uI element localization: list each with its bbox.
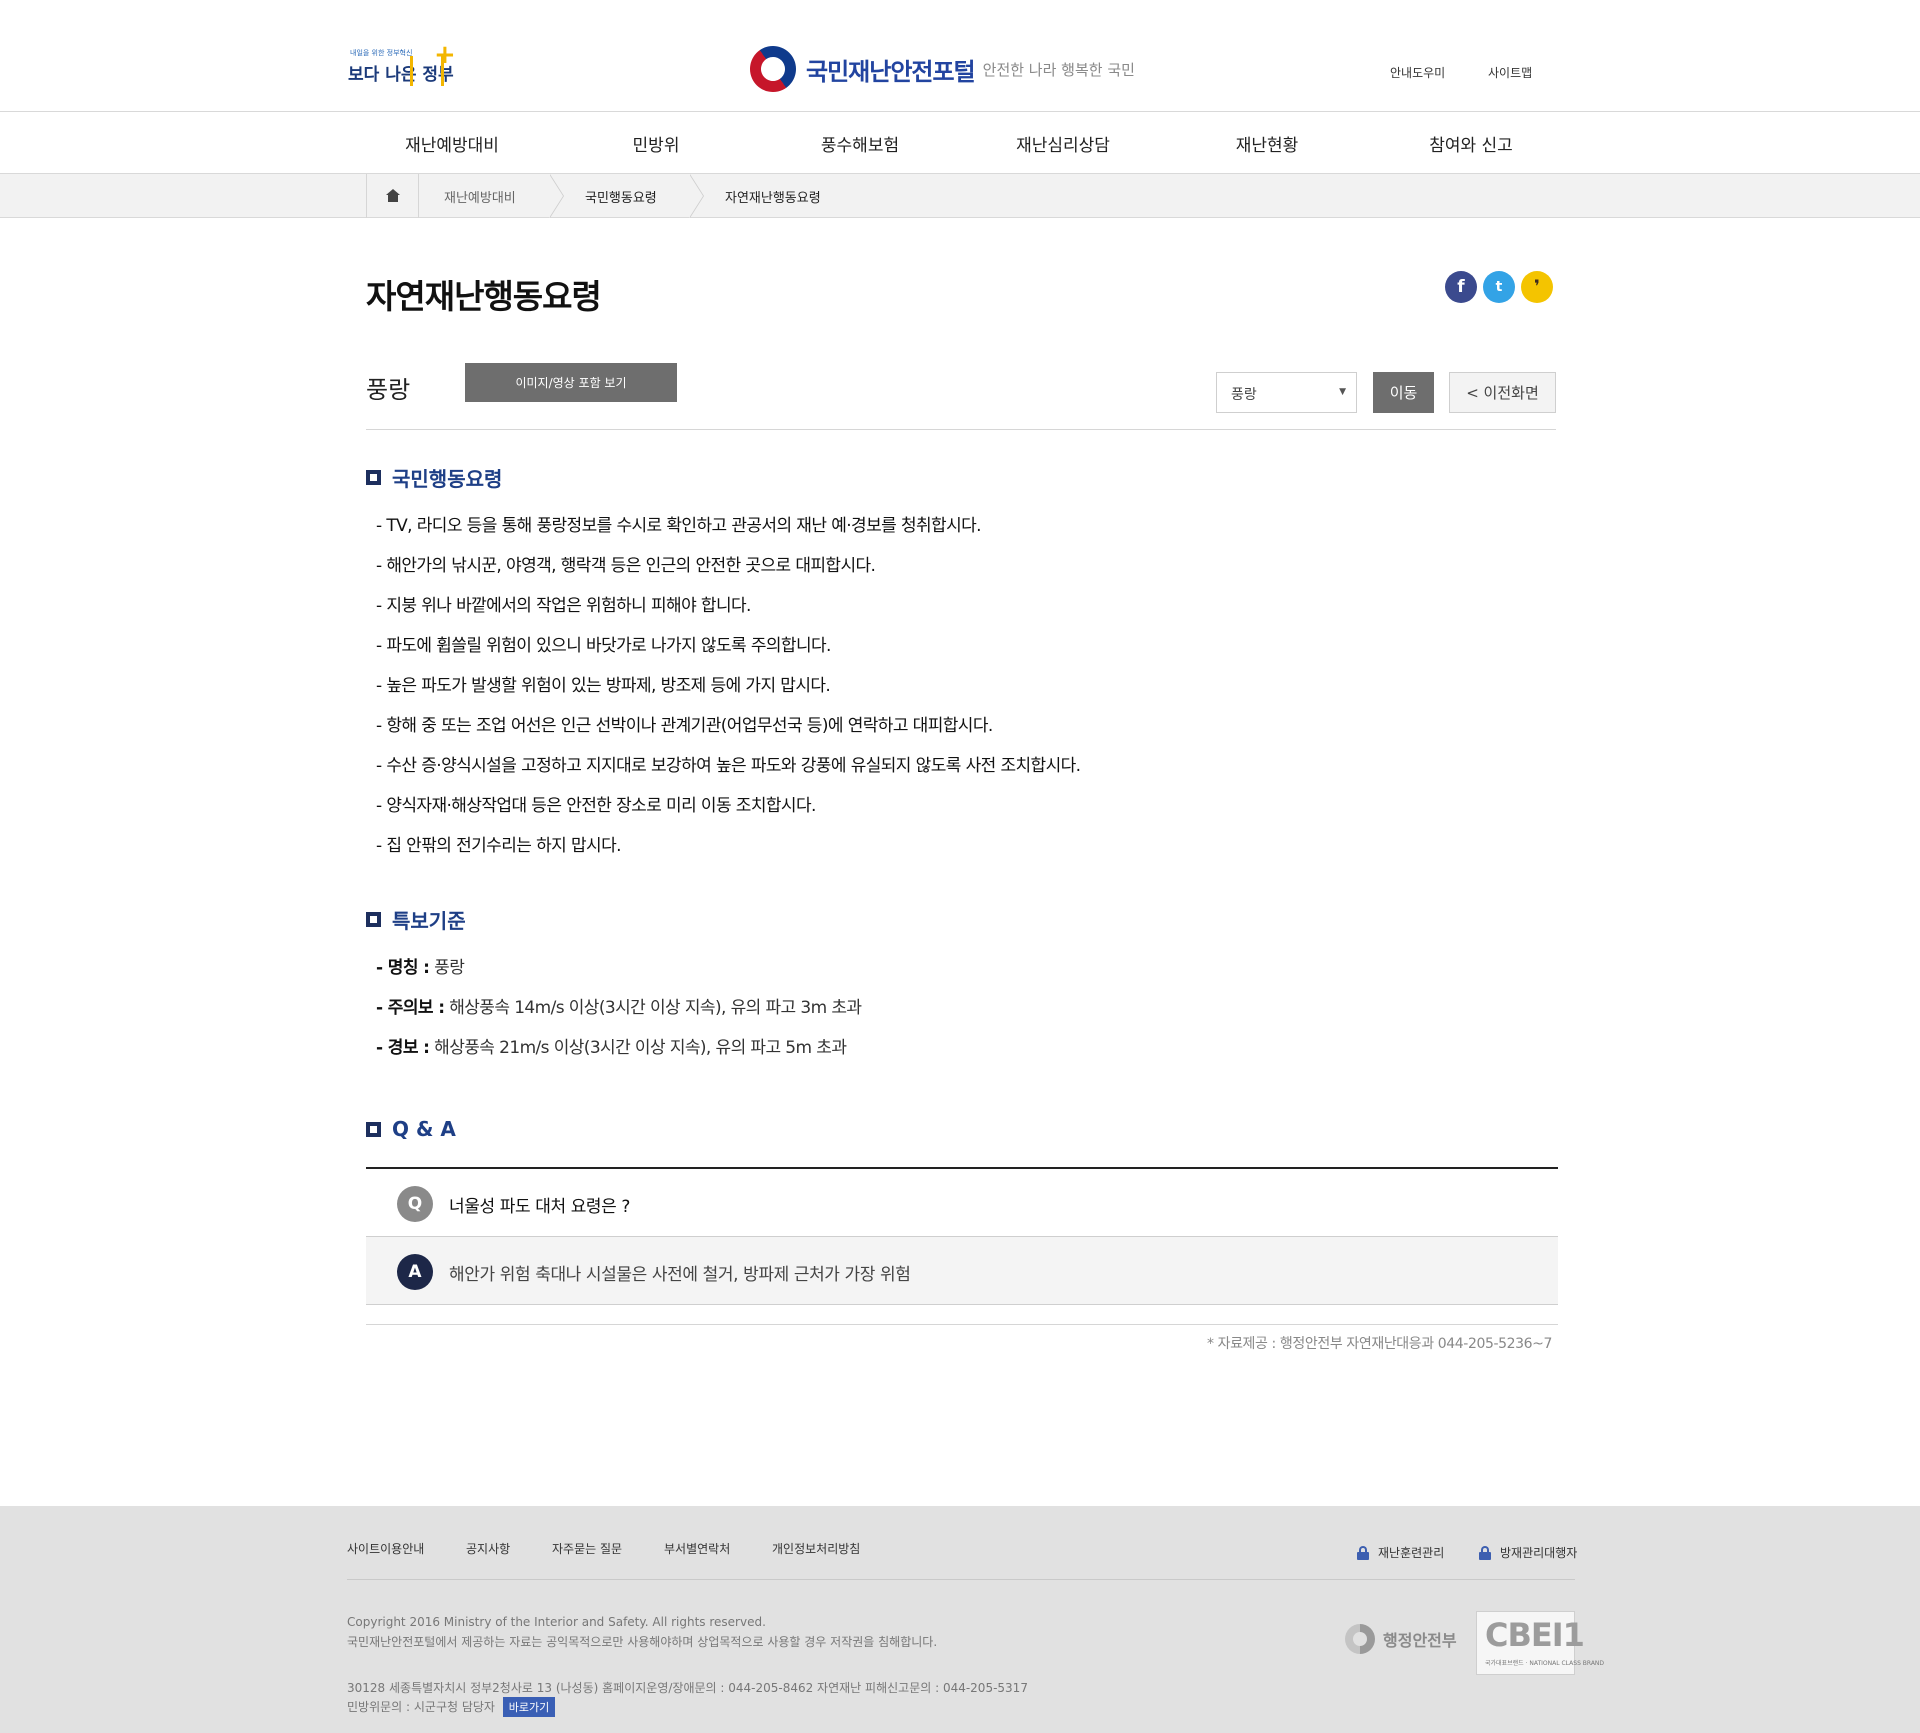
go-button[interactable]: 이동	[1373, 372, 1434, 413]
copyright-notice: 국민재난안전포털에서 제공하는 자료는 공익목적으로만 사용해야하며 상업목적으…	[347, 1635, 938, 1649]
qa-question-text: 너울성 파도 대처 요령은 ?	[449, 1197, 631, 1217]
copyright-text: Copyright 2016 Ministry of the Interior …	[347, 1615, 766, 1629]
square-bullet-icon	[366, 912, 381, 927]
square-bullet-icon	[366, 1121, 381, 1137]
action-item: - 높은 파도가 발생할 위험이 있는 방파제, 방조제 등에 가지 맙시다.	[376, 676, 831, 696]
question-badge-icon: Q	[397, 1186, 433, 1222]
criteria-item-name: - 명칭 : 풍랑	[376, 953, 465, 978]
qa-list: Q 너울성 파도 대처 요령은 ? A 해안가 위험 축대나 시설물은 사전에 …	[366, 1167, 1558, 1305]
footer-link-site-guide[interactable]: 사이트이용안내	[347, 1540, 424, 1557]
twitter-share-icon[interactable]: t	[1483, 271, 1515, 303]
criteria-value: 해상풍속 21m/s 이상(3시간 이상 지속), 유의 파고 5m 초과	[429, 1038, 847, 1058]
footer-link-training-admin[interactable]: 재난훈련관리	[1357, 1544, 1444, 1561]
main-navigation: 재난예방대비 민방위 풍수해보험 재난심리상담 재난현황 참여와 신고	[0, 113, 1920, 174]
breadcrumb-item-action-guide[interactable]: 국민행동요령	[585, 187, 657, 206]
footer-link-notice[interactable]: 공지사항	[466, 1540, 510, 1557]
gov-logo-plus-icon: +	[434, 40, 456, 70]
footer-address: 30128 세종특별자치시 정부2청사로 13 (나성동) 홈페이지운영/장애문…	[347, 1681, 1028, 1695]
divider	[366, 429, 1556, 430]
gov-logo-tagline: 내일을 위한 정부혁신	[350, 49, 413, 57]
section-heading-text: Q & A	[392, 1117, 456, 1141]
cbei-subtitle: 국가대표브랜드 · NATIONAL CLASS BRAND	[1485, 1660, 1605, 1667]
nav-item-disaster-status[interactable]: 재난현황	[1236, 131, 1299, 156]
page-title: 자연재난행동요령	[366, 277, 602, 316]
criteria-label: - 경보 :	[376, 1038, 430, 1058]
footer-link-faq[interactable]: 자주묻는 질문	[552, 1540, 622, 1557]
ministry-logo[interactable]: 행정안전부	[1345, 1624, 1457, 1654]
criteria-label: - 주의보 :	[376, 998, 445, 1018]
better-government-logo[interactable]: 내일을 위한 정부혁신 보다 나은 정부 +	[348, 40, 460, 92]
qa-question-row[interactable]: Q 너울성 파도 대처 요령은 ?	[366, 1169, 1558, 1237]
nav-item-civil-defense[interactable]: 민방위	[633, 131, 680, 156]
section-heading-qa: Q & A	[366, 1117, 456, 1141]
disaster-type-title: 풍랑	[366, 376, 411, 404]
site-footer: 사이트이용안내 공지사항 자주묻는 질문 부서별연락처 개인정보처리방침 재난훈…	[0, 1506, 1920, 1733]
footer-divider	[347, 1579, 1575, 1580]
breadcrumb-separator-icon	[689, 174, 710, 218]
breadcrumb-item-prevention[interactable]: 재난예방대비	[444, 187, 516, 206]
divider	[366, 1324, 1558, 1325]
breadcrumb: 재난예방대비 국민행동요령 자연재난행동요령	[0, 174, 1920, 218]
guide-link[interactable]: 안내도우미	[1390, 64, 1445, 81]
cbei-mark: CBEI1	[1485, 1616, 1585, 1654]
footer-link-contacts[interactable]: 부서별연락처	[664, 1540, 730, 1557]
action-item: - 지붕 위나 바깥에서의 작업은 위험하니 피해야 합니다.	[376, 596, 751, 616]
breadcrumb-separator-icon	[549, 174, 570, 218]
nav-item-disaster-prevention[interactable]: 재난예방대비	[405, 131, 499, 156]
ministry-name: 행정안전부	[1383, 1631, 1457, 1650]
site-header: 내일을 위한 정부혁신 보다 나은 정부 + 국민재난안전포털 안전한 나라 행…	[0, 0, 1920, 112]
criteria-label: - 명칭 :	[376, 958, 430, 978]
qa-answer-row: A 해안가 위험 축대나 시설물은 사전에 철거, 방파제 근처가 가장 위험	[366, 1237, 1558, 1305]
civil-defense-text: 민방위문의 : 시군구청 담당자	[347, 1700, 495, 1714]
sitemap-link[interactable]: 사이트맵	[1488, 64, 1532, 81]
nav-item-participation-report[interactable]: 참여와 신고	[1429, 131, 1513, 156]
taegeuk-emblem-icon	[740, 36, 806, 102]
criteria-value: 해상풍속 14m/s 이상(3시간 이상 지속), 유의 파고 3m 초과	[444, 998, 862, 1018]
admin-link-label: 방재관리대행자	[1500, 1546, 1578, 1560]
section-heading-text: 특보기준	[392, 909, 466, 933]
action-item: - 파도에 휩쓸릴 위험이 있으니 바닷가로 나가지 않도록 주의합니다.	[376, 636, 831, 656]
footer-link-agency-admin[interactable]: 방재관리대행자	[1479, 1544, 1577, 1561]
action-item: - 해안가의 낚시꾼, 야영객, 행락객 등은 인근의 안전한 곳으로 대피합시…	[376, 556, 876, 576]
select-value: 풍랑	[1231, 387, 1257, 403]
nav-item-storm-insurance[interactable]: 풍수해보험	[821, 131, 899, 156]
nav-item-psychological-counseling[interactable]: 재난심리상담	[1016, 131, 1110, 156]
footer-civil-defense-contact: 민방위문의 : 시군구청 담당자 바로가기	[347, 1697, 556, 1717]
cbei-award-badge: CBEI1 국가대표브랜드 · NATIONAL CLASS BRAND	[1476, 1611, 1604, 1675]
site-title: 국민재난안전포털	[806, 57, 976, 86]
disaster-type-select[interactable]: 풍랑 ▼	[1216, 372, 1357, 413]
qa-answer-text: 해안가 위험 축대나 시설물은 사전에 철거, 방파제 근처가 가장 위험	[449, 1265, 911, 1285]
view-with-media-button[interactable]: 이미지/영상 포함 보기	[465, 363, 677, 402]
action-item: - 항해 중 또는 조업 어선은 인근 선박이나 관계기관(어업무선국 등)에 …	[376, 716, 993, 736]
action-item: - TV, 라디오 등을 통해 풍랑정보를 수시로 확인하고 관공서의 재난 예…	[376, 516, 982, 536]
admin-link-label: 재난훈련관리	[1378, 1546, 1445, 1560]
chevron-down-icon: ▼	[1339, 387, 1346, 397]
data-source-note: * 자료제공 : 행정안전부 자연재난대응과 044-205-5236~7	[1206, 1336, 1552, 1352]
ministry-emblem-icon	[1345, 1624, 1375, 1654]
lock-icon	[1357, 1545, 1369, 1560]
square-bullet-icon	[366, 470, 381, 485]
kakaostory-share-icon[interactable]: ❜	[1521, 271, 1553, 303]
action-item: - 양식자재·해상작업대 등은 안전한 장소로 미리 이동 조치합시다.	[376, 796, 816, 816]
section-heading-action-guide: 국민행동요령	[366, 463, 502, 492]
action-item: - 수산 증·양식시설을 고정하고 지지대로 보강하여 높은 파도와 강풍에 유…	[376, 756, 1081, 776]
breadcrumb-item-current[interactable]: 자연재난행동요령	[725, 187, 821, 206]
criteria-item-warning: - 경보 : 해상풍속 21m/s 이상(3시간 이상 지속), 유의 파고 5…	[376, 1033, 847, 1058]
site-slogan: 안전한 나라 행복한 국민	[982, 60, 1135, 79]
site-logo-link[interactable]: 국민재난안전포털 안전한 나라 행복한 국민	[740, 36, 1135, 102]
facebook-share-icon[interactable]: f	[1445, 271, 1477, 303]
section-heading-warning-criteria: 특보기준	[366, 905, 466, 934]
lock-icon	[1479, 1545, 1491, 1560]
footer-link-privacy[interactable]: 개인정보처리방침	[772, 1540, 860, 1557]
answer-badge-icon: A	[397, 1254, 433, 1290]
criteria-value: 풍랑	[429, 958, 465, 978]
goto-button[interactable]: 바로가기	[502, 1697, 556, 1717]
criteria-item-advisory: - 주의보 : 해상풍속 14m/s 이상(3시간 이상 지속), 유의 파고 …	[376, 993, 862, 1018]
previous-page-button[interactable]: < 이전화면	[1449, 372, 1556, 413]
action-item: - 집 안팎의 전기수리는 하지 맙시다.	[376, 836, 622, 856]
section-heading-text: 국민행동요령	[392, 467, 503, 491]
home-icon[interactable]	[366, 174, 419, 218]
